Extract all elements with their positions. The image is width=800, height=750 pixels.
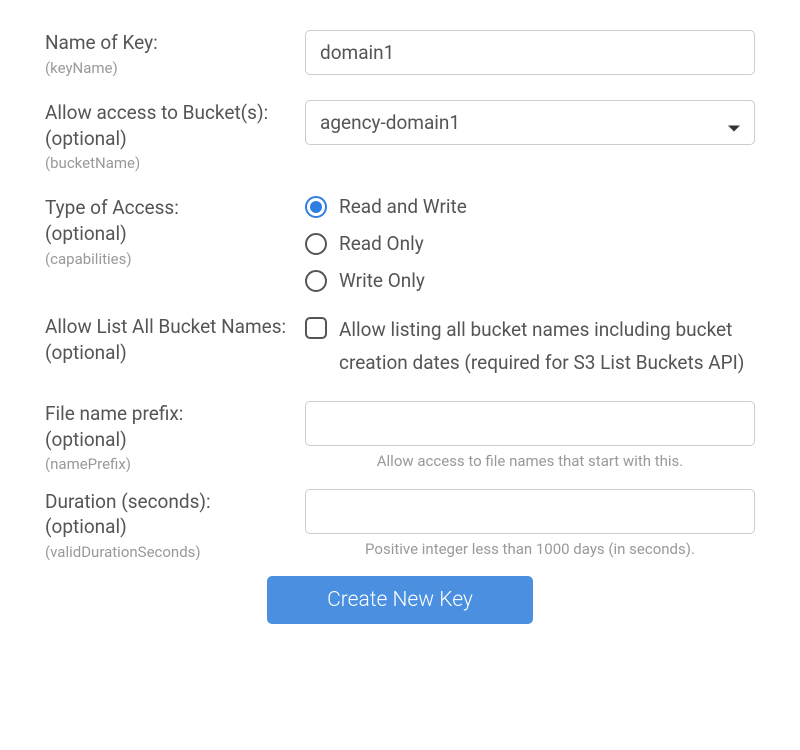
label-duration-api: (validDurationSeconds) — [45, 542, 295, 562]
radio-read-write-circle[interactable] — [305, 196, 327, 218]
submit-row: Create New Key — [45, 576, 755, 624]
label-allow-list-all-text: Allow List All Bucket Names: — [45, 314, 295, 340]
label-access-type-text: Type of Access: — [45, 195, 295, 221]
label-name-prefix: File name prefix: (optional) (namePrefix… — [45, 401, 305, 475]
radio-read-only-label: Read Only — [339, 232, 424, 255]
label-key-name: Name of Key: (keyName) — [45, 30, 305, 78]
row-name-prefix: File name prefix: (optional) (namePrefix… — [45, 401, 755, 475]
radio-read-only[interactable]: Read Only — [305, 232, 755, 255]
label-bucket-access-optional: (optional) — [45, 126, 295, 152]
label-access-type-api: (capabilities) — [45, 249, 295, 269]
allow-list-all-checkbox[interactable] — [305, 317, 327, 339]
label-duration-optional: (optional) — [45, 514, 295, 540]
radio-write-only[interactable]: Write Only — [305, 269, 755, 292]
allow-list-all-checkbox-label: Allow listing all bucket names including… — [339, 314, 755, 379]
name-prefix-hint: Allow access to file names that start wi… — [305, 452, 755, 470]
label-bucket-access-text: Allow access to Bucket(s): — [45, 100, 295, 126]
label-duration: Duration (seconds): (optional) (validDur… — [45, 489, 305, 563]
radio-read-write-label: Read and Write — [339, 195, 467, 218]
row-duration: Duration (seconds): (optional) (validDur… — [45, 489, 755, 563]
radio-read-only-circle[interactable] — [305, 233, 327, 255]
label-access-type-optional: (optional) — [45, 221, 295, 247]
duration-hint: Positive integer less than 1000 days (in… — [305, 540, 755, 558]
radio-read-write[interactable]: Read and Write — [305, 195, 755, 218]
bucket-select-wrapper: agency-domain1 — [305, 100, 755, 145]
label-allow-list-all-optional: (optional) — [45, 340, 295, 366]
label-allow-list-all: Allow List All Bucket Names: (optional) — [45, 314, 305, 365]
row-allow-list-all: Allow List All Bucket Names: (optional) … — [45, 314, 755, 379]
label-name-prefix-api: (namePrefix) — [45, 454, 295, 474]
label-name-prefix-text: File name prefix: — [45, 401, 295, 427]
row-key-name: Name of Key: (keyName) — [45, 30, 755, 78]
key-name-input[interactable] — [305, 30, 755, 75]
label-bucket-access: Allow access to Bucket(s): (optional) (b… — [45, 100, 305, 174]
radio-write-only-label: Write Only — [339, 269, 425, 292]
create-new-key-button[interactable]: Create New Key — [267, 576, 533, 624]
label-access-type: Type of Access: (optional) (capabilities… — [45, 195, 305, 269]
allow-list-all-checkbox-row: Allow listing all bucket names including… — [305, 314, 755, 379]
name-prefix-input[interactable] — [305, 401, 755, 446]
label-key-name-text: Name of Key: — [45, 30, 295, 56]
row-bucket-access: Allow access to Bucket(s): (optional) (b… — [45, 100, 755, 174]
bucket-select[interactable]: agency-domain1 — [305, 100, 755, 145]
label-name-prefix-optional: (optional) — [45, 427, 295, 453]
row-access-type: Type of Access: (optional) (capabilities… — [45, 195, 755, 292]
label-key-name-api: (keyName) — [45, 58, 295, 78]
access-type-radio-group: Read and Write Read Only Write Only — [305, 195, 755, 292]
duration-input[interactable] — [305, 489, 755, 534]
label-bucket-access-api: (bucketName) — [45, 153, 295, 173]
label-duration-text: Duration (seconds): — [45, 489, 295, 515]
radio-write-only-circle[interactable] — [305, 270, 327, 292]
